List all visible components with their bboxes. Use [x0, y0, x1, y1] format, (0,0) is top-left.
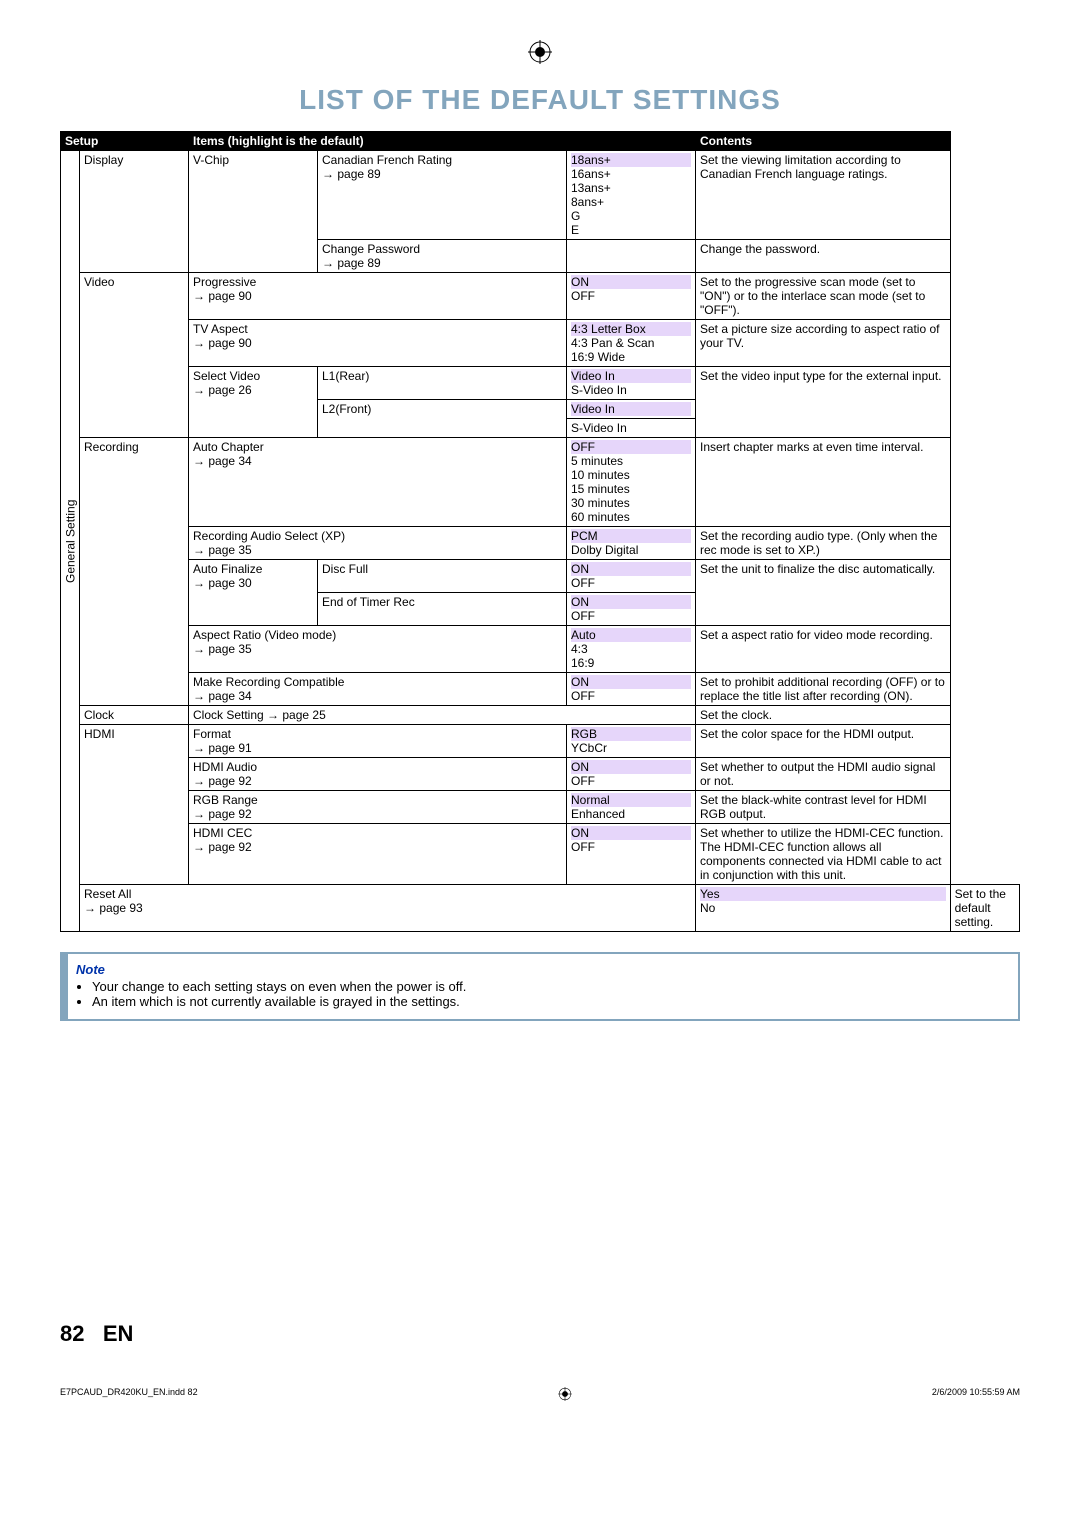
vchip-label: V-Chip [189, 151, 318, 273]
page-title: LIST OF THE DEFAULT SETTINGS [60, 84, 1020, 116]
footer-timestamp: 2/6/2009 10:55:59 AM [932, 1387, 1020, 1403]
registration-mark-icon [558, 1387, 572, 1403]
video-label: Video [80, 273, 189, 438]
note-item-2: An item which is not currently available… [92, 994, 1010, 1009]
header-contents: Contents [696, 132, 951, 151]
registration-mark-icon [60, 40, 1020, 64]
settings-table: Setup Items (highlight is the default) C… [60, 131, 1020, 932]
page-number: 82 EN [60, 1321, 1020, 1347]
note-item-1: Your change to each setting stays on eve… [92, 979, 1010, 994]
note-box: Note Your change to each setting stays o… [60, 952, 1020, 1021]
display-label: Display [80, 151, 189, 273]
header-items: Items (highlight is the default) [189, 132, 696, 151]
note-title: Note [76, 962, 1010, 977]
vertical-label: General Setting [61, 151, 80, 932]
footer-filename: E7PCAUD_DR420KU_EN.indd 82 [60, 1387, 198, 1403]
clock-label: Clock [80, 706, 189, 725]
hdmi-label: HDMI [80, 725, 189, 885]
print-footer: E7PCAUD_DR420KU_EN.indd 82 2/6/2009 10:5… [60, 1387, 1020, 1403]
header-setup: Setup [61, 132, 189, 151]
recording-label: Recording [80, 438, 189, 706]
